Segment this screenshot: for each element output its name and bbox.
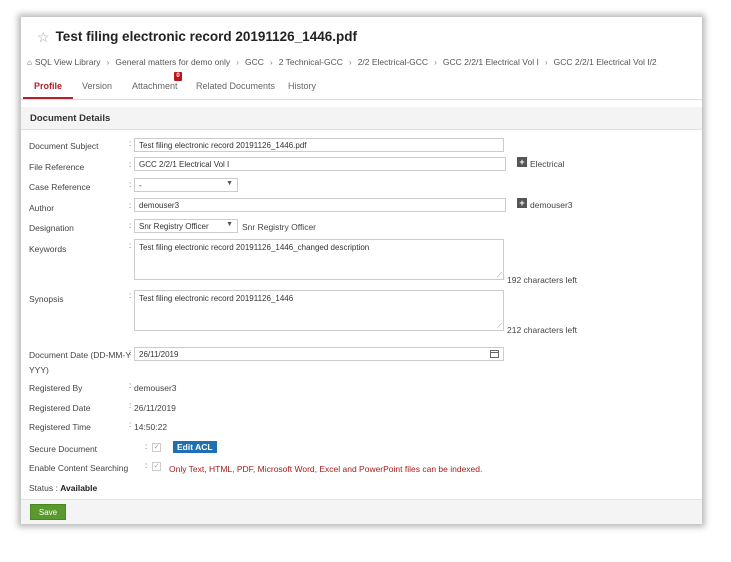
status-value: Available bbox=[60, 483, 98, 493]
registered-date-label: Registered Date bbox=[29, 403, 91, 413]
subject-input[interactable]: Test filing electronic record 20191126_1… bbox=[134, 138, 504, 152]
tab-profile[interactable]: Profile bbox=[34, 81, 62, 91]
synopsis-textarea[interactable]: Test filing electronic record 20191126_1… bbox=[134, 290, 504, 331]
calendar-icon[interactable] bbox=[490, 350, 499, 358]
designation-value: Snr Registry Officer bbox=[139, 222, 209, 231]
synopsis-label: Synopsis bbox=[29, 294, 64, 304]
breadcrumb-item[interactable]: 2/2 Electrical-GCC bbox=[358, 57, 428, 67]
designation-select[interactable]: Snr Registry Officer ▼ bbox=[134, 219, 238, 233]
chevron-down-icon: ▼ bbox=[226, 180, 233, 187]
breadcrumb-separator: › bbox=[544, 57, 548, 67]
colon: : bbox=[129, 401, 132, 410]
plus-icon[interactable]: + bbox=[517, 198, 527, 208]
breadcrumb-item[interactable]: GCC 2/2/1 Electrical Vol I bbox=[443, 57, 539, 67]
colon: : bbox=[129, 201, 132, 210]
content-searching-checkbox[interactable]: ✓ bbox=[152, 462, 161, 471]
colon: : bbox=[129, 180, 132, 189]
colon: : bbox=[129, 160, 132, 169]
status-label: Status : bbox=[29, 483, 58, 493]
keywords-text: Test filing electronic record 20191126_1… bbox=[139, 243, 370, 252]
author-label: Author bbox=[29, 203, 55, 213]
breadcrumb-item[interactable]: GCC bbox=[245, 57, 264, 67]
breadcrumb-separator: › bbox=[106, 57, 110, 67]
registered-time-label: Registered Time bbox=[29, 422, 91, 432]
registered-by-value: demouser3 bbox=[134, 383, 177, 393]
colon: : bbox=[129, 221, 132, 230]
breadcrumb-item[interactable]: 2 Technical-GCC bbox=[279, 57, 343, 67]
active-tab-indicator bbox=[23, 97, 73, 99]
author-input[interactable]: demouser3 bbox=[134, 198, 506, 212]
document-date-label: Document Date (DD-MM-Y bbox=[29, 350, 132, 360]
colon: : bbox=[129, 139, 132, 148]
colon: : bbox=[129, 381, 132, 390]
breadcrumb-item[interactable]: SQL View Library bbox=[35, 57, 101, 67]
breadcrumb: ⌂ SQL View Library › General matters for… bbox=[27, 57, 657, 67]
colon: : bbox=[129, 420, 132, 429]
secure-document-label: Secure Document bbox=[29, 444, 98, 454]
attachment-count-badge: 0 bbox=[174, 72, 182, 81]
file-reference-input[interactable]: GCC 2/2/1 Electrical Vol I bbox=[134, 157, 506, 171]
status-line: Status : Available bbox=[29, 483, 97, 493]
breadcrumb-item[interactable]: GCC 2/2/1 Electrical Vol I/2 bbox=[554, 57, 657, 67]
document-date-label-cont: YYY) bbox=[29, 365, 49, 375]
document-date-input[interactable]: 26/11/2019 bbox=[134, 347, 504, 361]
save-button[interactable]: Save bbox=[30, 504, 66, 520]
file-reference-side-text: Electrical bbox=[530, 159, 565, 169]
secure-document-checkbox[interactable]: ✓ bbox=[152, 443, 161, 452]
breadcrumb-item[interactable]: General matters for demo only bbox=[115, 57, 230, 67]
keywords-label: Keywords bbox=[29, 244, 67, 254]
tab-related-documents[interactable]: Related Documents bbox=[196, 81, 275, 91]
keywords-chars-left: 192 characters left bbox=[507, 275, 577, 285]
edit-acl-button[interactable]: Edit ACL bbox=[173, 441, 217, 453]
colon: : bbox=[129, 291, 132, 300]
registered-by-label: Registered By bbox=[29, 383, 83, 393]
content-searching-note: Only Text, HTML, PDF, Microsoft Word, Ex… bbox=[169, 464, 483, 474]
tab-attachment[interactable]: Attachment bbox=[132, 81, 178, 91]
resize-handle-icon[interactable]: ⟋ bbox=[497, 323, 502, 330]
registered-time-value: 14:50:22 bbox=[134, 422, 168, 432]
colon: : bbox=[145, 442, 148, 451]
page-title: Test filing electronic record 20191126_1… bbox=[55, 29, 357, 44]
tab-version[interactable]: Version bbox=[82, 81, 112, 91]
designation-side-text: Snr Registry Officer bbox=[242, 222, 317, 232]
action-bar: Save bbox=[21, 499, 702, 524]
case-reference-value: - bbox=[139, 181, 142, 190]
tab-bar: Profile Version Attachment Related Docum… bbox=[21, 75, 702, 100]
title-bar: ☆ Test filing electronic record 20191126… bbox=[37, 29, 357, 44]
content-searching-label: Enable Content Searching bbox=[29, 463, 129, 473]
home-icon[interactable]: ⌂ bbox=[27, 58, 32, 67]
chevron-down-icon: ▼ bbox=[226, 221, 233, 228]
breadcrumb-separator: › bbox=[269, 57, 273, 67]
colon: : bbox=[145, 461, 148, 470]
document-date-value: 26/11/2019 bbox=[139, 350, 179, 359]
case-reference-label: Case Reference bbox=[29, 182, 91, 192]
breadcrumb-separator: › bbox=[348, 57, 352, 67]
tab-history[interactable]: History bbox=[288, 81, 316, 91]
case-reference-select[interactable]: - ▼ bbox=[134, 178, 238, 192]
star-icon[interactable]: ☆ bbox=[37, 30, 50, 44]
keywords-textarea[interactable]: Test filing electronic record 20191126_1… bbox=[134, 239, 504, 280]
author-side-text: demouser3 bbox=[530, 200, 573, 210]
plus-icon[interactable]: + bbox=[517, 157, 527, 167]
colon: : bbox=[129, 348, 132, 357]
colon: : bbox=[129, 241, 132, 250]
section-header: Document Details bbox=[21, 107, 702, 130]
resize-handle-icon[interactable]: ⟋ bbox=[497, 272, 502, 279]
registered-date-value: 26/11/2019 bbox=[134, 403, 176, 413]
section-title: Document Details bbox=[30, 113, 111, 124]
file-reference-label: File Reference bbox=[29, 162, 85, 172]
document-panel: ☆ Test filing electronic record 20191126… bbox=[21, 17, 702, 524]
synopsis-text: Test filing electronic record 20191126_1… bbox=[139, 294, 294, 303]
subject-label: Document Subject bbox=[29, 141, 99, 151]
breadcrumb-separator: › bbox=[434, 57, 437, 67]
designation-label: Designation bbox=[29, 223, 74, 233]
synopsis-chars-left: 212 characters left bbox=[507, 325, 577, 335]
breadcrumb-separator: › bbox=[236, 57, 240, 67]
